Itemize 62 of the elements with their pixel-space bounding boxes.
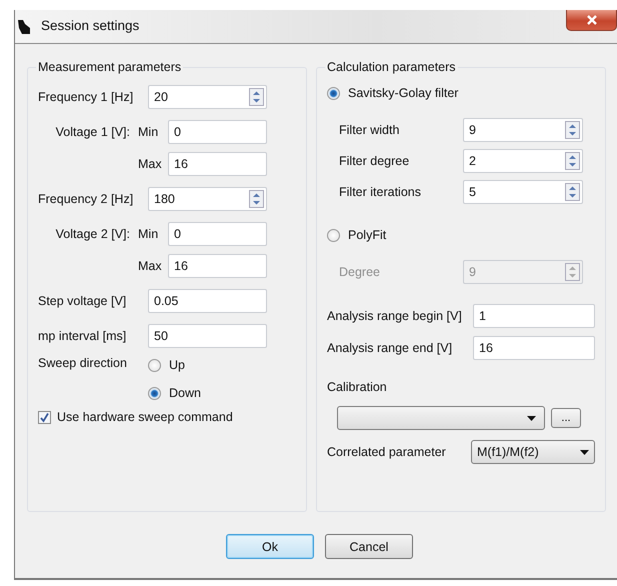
checkbox-label[interactable]: Use hardware sweep command: [57, 410, 233, 424]
spin-arrows-icon[interactable]: [565, 121, 580, 139]
spin-box[interactable]: 5: [463, 180, 583, 204]
input-field[interactable]: 16: [473, 336, 595, 360]
input-field[interactable]: 16: [168, 254, 267, 278]
radio-button[interactable]: [148, 358, 161, 372]
dropdown-arrow-icon: [527, 416, 536, 420]
field-label: Frequency 1 [Hz]: [38, 90, 134, 104]
radio-label[interactable]: Up: [169, 358, 185, 372]
field-label: Voltage 1 [V]:: [56, 124, 130, 138]
window-title: Session settings: [41, 18, 140, 33]
radio-label[interactable]: PolyFit: [348, 228, 386, 242]
spin-box[interactable]: 2: [463, 149, 583, 173]
field-label: Min: [138, 226, 160, 240]
checkbox[interactable]: [38, 410, 51, 424]
spin-arrows-icon[interactable]: [249, 190, 264, 208]
close-icon: [586, 15, 598, 25]
field-label: Max: [138, 156, 163, 170]
field-label: Filter degree: [339, 154, 410, 168]
app-icon: [17, 19, 31, 35]
field-label: Max: [138, 258, 163, 272]
spin-arrows-icon[interactable]: [565, 183, 580, 201]
input-field[interactable]: 0: [168, 120, 267, 144]
field-label: Correlated parameter: [327, 445, 447, 459]
input-field[interactable]: 0: [168, 222, 267, 246]
group-title: Measurement parameters: [37, 60, 182, 74]
close-button[interactable]: [566, 10, 617, 31]
dialog-button[interactable]: Ok: [226, 534, 314, 559]
spin-arrows-icon[interactable]: [249, 88, 264, 106]
radio-button[interactable]: [327, 86, 340, 100]
dialog-button[interactable]: Cancel: [325, 534, 413, 559]
field-label: Voltage 2 [V]:: [56, 226, 130, 240]
field-label: Analysis range end [V]: [327, 341, 454, 355]
field-label: Step voltage [V]: [38, 294, 128, 308]
field-label: Filter iterations: [339, 185, 422, 199]
spin-arrows-icon[interactable]: [565, 152, 580, 170]
field-label: Degree: [339, 265, 381, 279]
parameter-dropdown[interactable]: M(f1)/M(f2): [471, 440, 595, 464]
field-label: mp interval [ms]: [38, 328, 128, 342]
field-label: Min: [138, 124, 160, 138]
radio-label[interactable]: Savitsky-Golay filter: [348, 86, 458, 100]
browse-button[interactable]: ...: [551, 408, 581, 428]
field-label: Calibration: [327, 380, 388, 394]
input-field[interactable]: 1: [473, 304, 595, 328]
radio-button[interactable]: [148, 386, 161, 400]
dropdown-arrow-icon: [580, 450, 589, 454]
input-field[interactable]: 0.05: [148, 288, 267, 312]
input-field[interactable]: 16: [168, 152, 267, 176]
spin-box[interactable]: 9: [463, 118, 583, 142]
field-label: Filter width: [339, 123, 400, 137]
field-label: Analysis range begin [V]: [327, 309, 463, 323]
calibration-dropdown[interactable]: [337, 406, 545, 430]
spin-arrows-icon[interactable]: [565, 263, 580, 281]
field-label: Frequency 2 [Hz]: [38, 192, 134, 206]
radio-button[interactable]: [327, 228, 340, 242]
input-field[interactable]: 50: [148, 324, 267, 348]
radio-label[interactable]: Down: [169, 386, 201, 400]
field-label: Sweep direction: [38, 356, 128, 372]
checkmark-icon: [39, 412, 50, 422]
group-title: Calculation parameters: [326, 60, 457, 74]
spin-box[interactable]: 180: [148, 186, 267, 210]
spin-box[interactable]: 20: [148, 84, 267, 108]
